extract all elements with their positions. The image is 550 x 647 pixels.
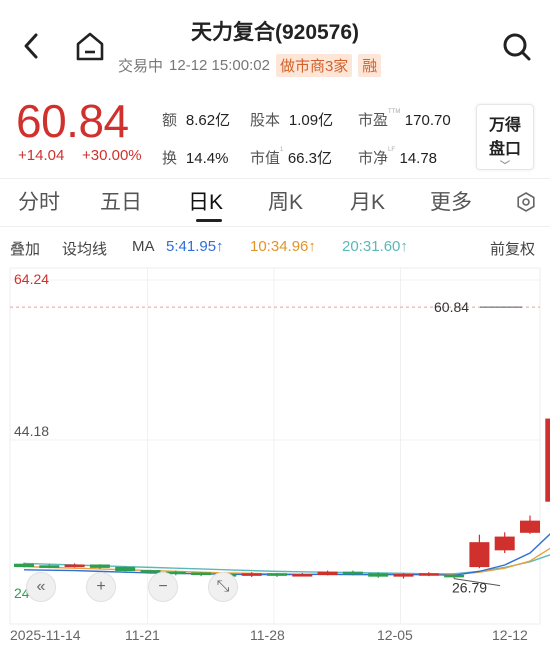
candle-body — [89, 564, 110, 568]
candles — [14, 418, 550, 579]
overlay-button[interactable]: 叠加 — [10, 238, 40, 259]
stat-turnover-rate: 换 14.4% — [162, 150, 229, 167]
collapse-left-button[interactable]: « — [26, 572, 56, 602]
stat-turnover-amount: 额 8.62亿 — [162, 112, 231, 129]
tab-weekly-k[interactable]: 周K — [268, 186, 303, 216]
candle-body — [14, 563, 34, 568]
stat-pe-ratio: 市盈TTM 170.70 — [358, 109, 451, 129]
candle-body — [444, 574, 465, 578]
trade-status: 交易中 — [118, 58, 164, 75]
candle-body — [520, 520, 540, 533]
y-mid-label: 44.18 — [14, 423, 49, 439]
ma-label: MA — [132, 238, 155, 255]
settings-icon[interactable] — [516, 192, 536, 217]
ma5-value: 5:41.95↑ — [166, 238, 224, 255]
x-tick-label: 2025-11-14 — [10, 627, 81, 643]
x-tick-label: 11-28 — [250, 627, 285, 643]
search-icon[interactable] — [502, 32, 532, 62]
tab-daily-k[interactable]: 日K — [188, 186, 223, 216]
price-change-pct: +30.00% — [82, 147, 142, 164]
x-tick-label: 12-05 — [377, 627, 413, 643]
candle-body — [393, 574, 414, 577]
y-max-label: 64.24 — [14, 271, 49, 287]
ma10-value: 10:34.96↑ — [250, 238, 316, 255]
wande-order-book-button[interactable]: 万得 盘口 ﹀ — [476, 104, 534, 172]
market-maker-badge[interactable]: 做市商3家 — [275, 54, 353, 77]
x-tick-label: 12-12 — [492, 627, 528, 643]
stat-pb-ratio: 市净LF 14.78 — [358, 147, 438, 167]
ma20-value: 20:31.60↑ — [342, 238, 408, 255]
tab-five-day[interactable]: 五日 — [100, 186, 142, 216]
candle-body — [267, 573, 287, 576]
chevron-down-icon: ﹀ — [500, 161, 510, 172]
candle-body — [469, 542, 490, 568]
candle-body — [64, 564, 85, 568]
zoom-in-button[interactable]: + — [86, 572, 116, 602]
margin-badge[interactable]: 融 — [358, 54, 382, 77]
low-price-label: 26.79 — [452, 580, 487, 596]
candle-body — [342, 571, 363, 575]
divider — [0, 226, 550, 227]
active-tab-indicator — [196, 219, 222, 222]
stat-market-cap: 市值1 66.3亿 — [250, 147, 333, 167]
zoom-out-button[interactable]: − — [148, 572, 178, 602]
stock-title: 天力复合(920576) — [190, 21, 360, 44]
candle-body — [191, 572, 212, 576]
kline-chart[interactable]: 64.2444.1824.1160.8426.792025-11-1411-21… — [0, 262, 550, 647]
x-tick-label: 11-21 — [125, 627, 160, 643]
candle-body — [418, 573, 439, 576]
fullscreen-button[interactable]: ⤡ — [208, 572, 238, 602]
candle-body — [317, 571, 338, 576]
set-ma-button[interactable]: 设均线 — [62, 238, 107, 259]
divider — [0, 178, 550, 179]
stat-share-capital: 股本 1.09亿 — [250, 112, 334, 129]
price-change: +14.04 — [18, 147, 65, 164]
trade-datetime: 12-12 15:00:02 — [169, 57, 270, 74]
period-tabs: 分时 五日 日K 周K 月K 更多 — [0, 186, 550, 222]
trade-status-line: 交易中 12-12 15:00:02 做市商3家 融 — [118, 54, 382, 77]
tab-monthly-k[interactable]: 月K — [350, 186, 385, 216]
forward-adjust-button[interactable]: 前复权 — [490, 238, 535, 259]
candle-body — [292, 574, 313, 577]
candle-body — [494, 536, 515, 551]
candle-body — [545, 418, 550, 502]
candle-body — [39, 565, 60, 568]
last-price: 60.84 — [16, 95, 129, 147]
candle-body — [115, 566, 136, 572]
tab-intraday[interactable]: 分时 — [18, 186, 60, 216]
candle-body — [241, 573, 262, 576]
tab-more[interactable]: 更多 — [430, 186, 472, 216]
last-price-label: 60.84 — [434, 299, 469, 315]
candle-body — [368, 573, 389, 577]
